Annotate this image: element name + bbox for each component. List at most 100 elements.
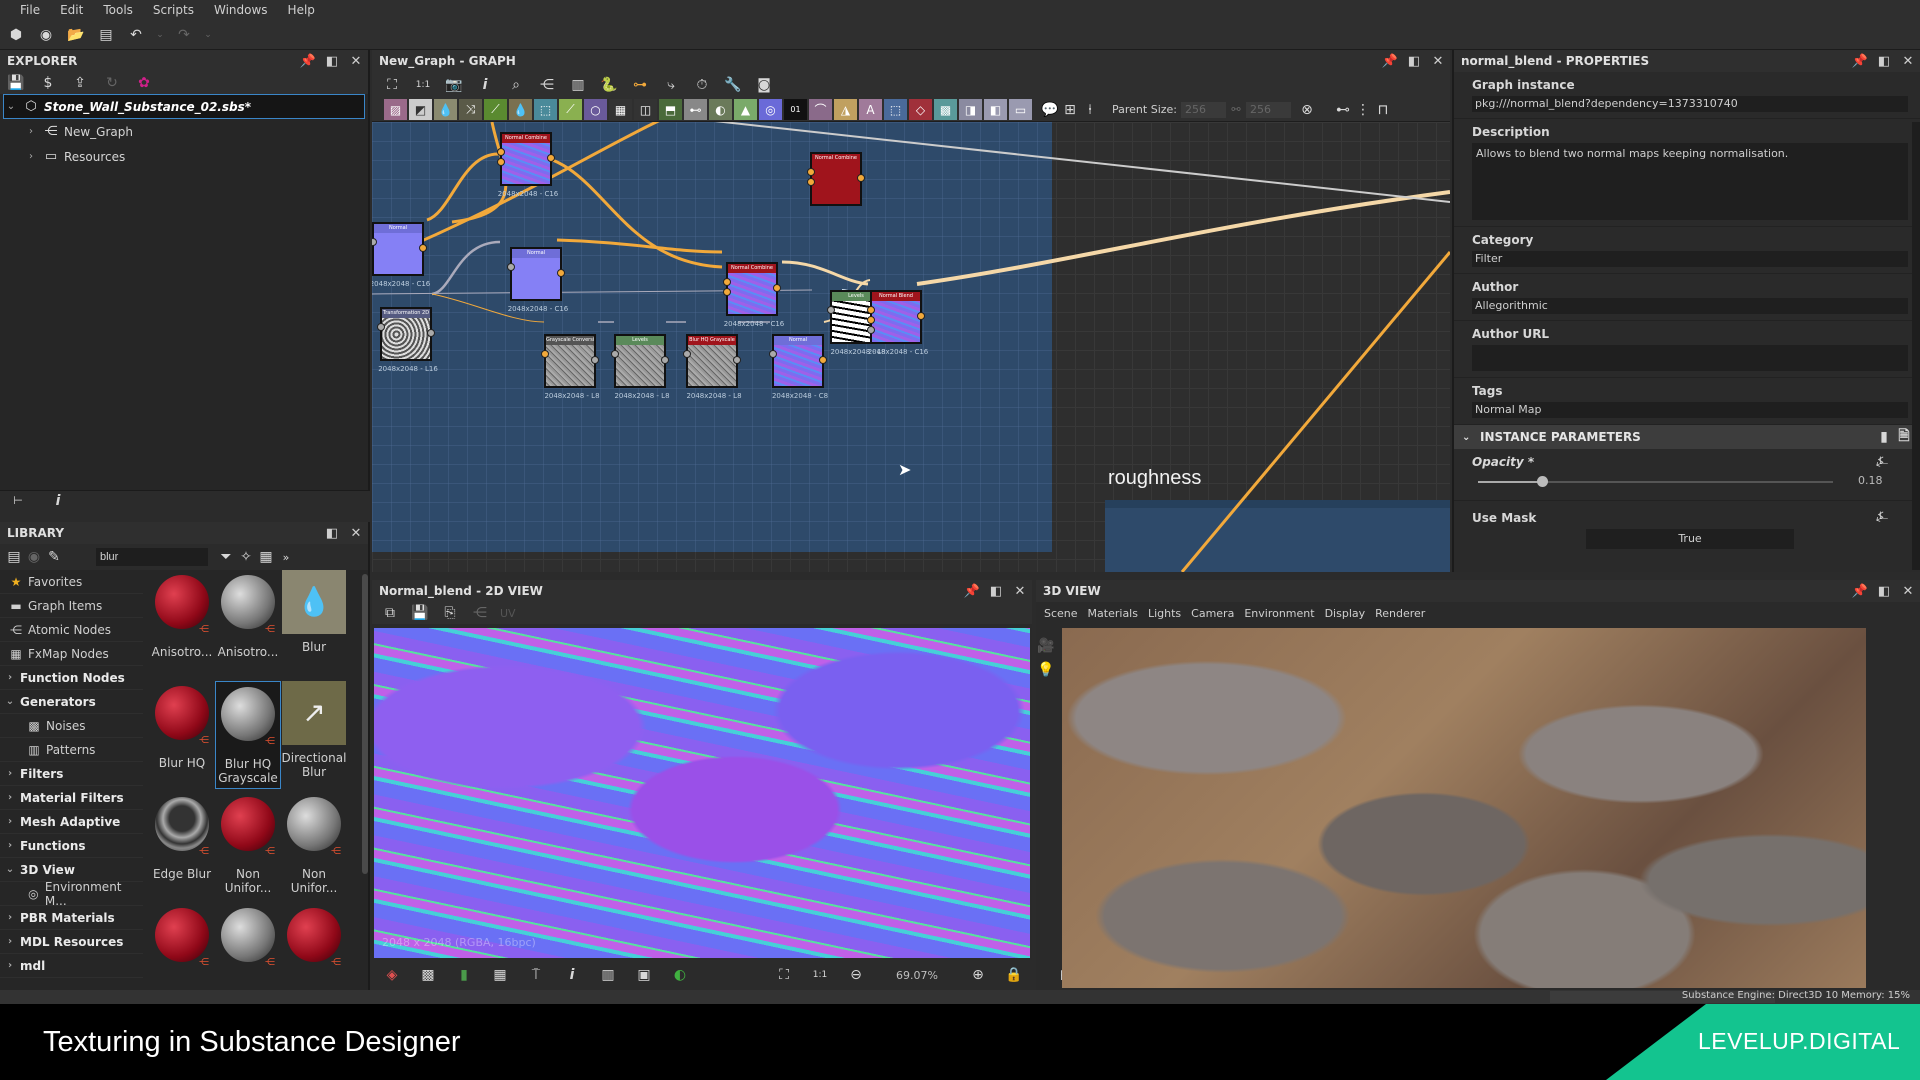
link-size-icon[interactable]: ⚯: [1226, 100, 1246, 120]
package-row[interactable]: ⌄ ⬡ Stone_Wall_Substance_02.sbs*: [3, 94, 365, 119]
save-all-icon[interactable]: ▤: [96, 25, 116, 45]
library-category[interactable]: ◎ Environment M...: [0, 880, 143, 908]
output-pin[interactable]: [819, 356, 827, 364]
use-mask-toggle[interactable]: True: [1586, 529, 1794, 549]
chevron-right-icon[interactable]: ›: [0, 816, 20, 827]
uv-dropdown[interactable]: UV: [500, 607, 516, 620]
chevron-right-icon[interactable]: ›: [0, 912, 20, 923]
float-icon[interactable]: ◧: [1402, 54, 1426, 69]
menu-materials[interactable]: Materials: [1083, 607, 1143, 620]
curve-icon[interactable]: ⟋: [484, 99, 507, 120]
blur-node-icon[interactable]: 💧: [434, 99, 457, 120]
save-icon[interactable]: 💾: [410, 603, 430, 623]
timer-icon[interactable]: ⏱: [692, 75, 712, 95]
float-icon[interactable]: ◧: [320, 526, 344, 541]
graph-node[interactable]: Levels 2048x2048 - L8: [611, 334, 670, 400]
pin-icon[interactable]: 📌: [960, 584, 984, 599]
output-pin[interactable]: [733, 356, 741, 364]
menu-camera[interactable]: Camera: [1186, 607, 1239, 620]
histogram-icon[interactable]: ▥: [598, 965, 618, 985]
new-graph-icon[interactable]: ◉: [36, 25, 56, 45]
chevron-right-icon[interactable]: ›: [0, 840, 20, 851]
library-item[interactable]: ⋲: [281, 903, 347, 990]
graph-node[interactable]: Normal Blend 2048x2048 - C16: [867, 290, 928, 356]
graph-layout-icon[interactable]: ⋲: [537, 75, 557, 95]
zoom-1-1-icon[interactable]: 1:1: [810, 965, 830, 985]
output-pin[interactable]: [427, 329, 435, 337]
snap-icon[interactable]: ⊓: [1373, 100, 1393, 120]
menu-edit[interactable]: Edit: [50, 3, 93, 17]
graph-node[interactable]: Normal 2048x2048 - C8: [769, 334, 828, 400]
function-graph-icon[interactable]: ⍼: [1872, 452, 1892, 472]
substance-share-icon[interactable]: ✿: [134, 73, 154, 93]
zoom-in-icon[interactable]: ⊕: [968, 965, 988, 985]
function-graph-icon[interactable]: ⍼: [1872, 507, 1892, 527]
align-horizontal-icon[interactable]: ⊷: [1333, 100, 1353, 120]
text-icon[interactable]: A: [859, 99, 882, 120]
python-icon[interactable]: 🐍: [599, 75, 619, 95]
graph-node[interactable]: Normal Combine: [807, 152, 865, 206]
chevron-right-icon[interactable]: ›: [24, 126, 38, 137]
channels-icon[interactable]: ◐: [670, 965, 690, 985]
mirror-icon[interactable]: ◮: [834, 99, 857, 120]
circle-icon[interactable]: ○: [584, 99, 607, 120]
pin-icon[interactable]: 📌: [1378, 54, 1402, 69]
chevron-right-icon[interactable]: ›: [24, 151, 38, 162]
open-folder-icon[interactable]: 📂: [66, 25, 86, 45]
shuffle-icon[interactable]: ⤨: [459, 99, 482, 120]
redo-icon[interactable]: ↷: [174, 25, 194, 45]
tree-item-resources[interactable]: › ▭ Resources: [0, 144, 368, 169]
output-pin[interactable]: [557, 269, 565, 277]
library-category[interactable]: ▦ FxMap Nodes: [0, 642, 143, 666]
input-pin[interactable]: [377, 323, 385, 331]
color-gradient-icon[interactable]: ▮: [454, 965, 474, 985]
undo-icon[interactable]: ↶: [126, 25, 146, 45]
zoom-1-1-icon[interactable]: 1:1: [413, 75, 433, 95]
3d-stone-wall-render[interactable]: [1062, 628, 1866, 988]
opacity-slider-knob[interactable]: [1536, 476, 1548, 487]
tree-item-new-graph[interactable]: › ⋲ New_Graph: [0, 119, 368, 144]
graph-node[interactable]: Transformation 2D 2048x2048 - L16: [377, 307, 438, 373]
pixel-processor-icon[interactable]: 01: [784, 99, 807, 120]
library-category[interactable]: ★ Favorites: [0, 570, 143, 594]
library-category[interactable]: › MDL Resources: [0, 930, 143, 954]
wrench-icon[interactable]: 🔧: [723, 75, 743, 95]
stack-icon[interactable]: ▥: [568, 75, 588, 95]
library-scrollbar[interactable]: [362, 574, 368, 874]
tree-icon[interactable]: ⊢: [8, 491, 28, 511]
undo-dropdown-icon[interactable]: ⌄: [156, 25, 164, 45]
menu-scripts[interactable]: Scripts: [143, 3, 204, 17]
menu-environment[interactable]: Environment: [1239, 607, 1319, 620]
zoom-out-icon[interactable]: ⊖: [846, 965, 866, 985]
close-icon[interactable]: ✕: [344, 54, 368, 69]
input-pin[interactable]: [769, 350, 777, 358]
library-item[interactable]: ↗ Directional Blur: [281, 681, 347, 789]
input-pin[interactable]: [827, 306, 835, 314]
library-item[interactable]: ⋲ Anisotro...: [149, 570, 215, 678]
filter-icon[interactable]: ⏷: [216, 547, 236, 567]
library-category[interactable]: ▥ Patterns: [0, 738, 143, 762]
output-pin[interactable]: [591, 356, 599, 364]
parent-size-height-select[interactable]: 256: [1246, 101, 1291, 118]
directional-blur-icon[interactable]: 💧: [509, 99, 532, 120]
copy-view-icon[interactable]: ⧉: [380, 603, 400, 623]
fit-icon[interactable]: ⛶: [774, 965, 794, 985]
close-icon[interactable]: ✕: [1896, 584, 1920, 599]
tiling-icon[interactable]: ▦: [490, 965, 510, 985]
fxmap-icon[interactable]: ▦: [609, 99, 632, 120]
close-icon[interactable]: ✕: [1426, 54, 1450, 69]
input-pin[interactable]: [867, 326, 875, 334]
opacity-slider[interactable]: [1478, 476, 1833, 487]
library-search-input[interactable]: [96, 548, 208, 566]
blend-icon[interactable]: ⊷: [684, 99, 707, 120]
input-pin[interactable]: [541, 350, 549, 358]
pin-icon[interactable]: 📌: [296, 54, 320, 69]
library-item[interactable]: ⋲: [149, 903, 215, 990]
add-favorite-icon[interactable]: ✧: [236, 547, 256, 567]
chevron-down-icon[interactable]: ⌄: [1462, 432, 1480, 443]
input-pin[interactable]: [723, 278, 731, 286]
tags-value[interactable]: Normal Map: [1472, 402, 1908, 418]
opacity-value[interactable]: 0.18: [1858, 474, 1883, 487]
float-icon[interactable]: ◧: [1872, 54, 1896, 69]
close-icon[interactable]: ✕: [344, 526, 368, 541]
